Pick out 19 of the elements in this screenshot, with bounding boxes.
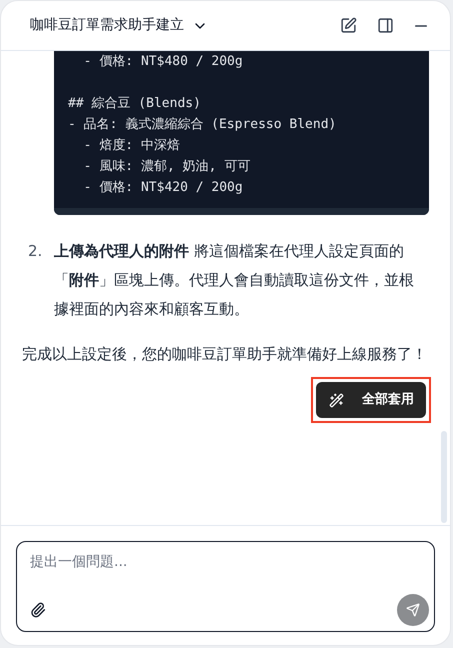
question-field[interactable]: 提出一個問題... bbox=[30, 552, 421, 573]
code-line: - 價格: NT$480 / 200g bbox=[82, 54, 243, 69]
code-line: - 價格: NT$420 / 200g bbox=[82, 180, 243, 195]
paperclip-icon[interactable] bbox=[30, 602, 46, 618]
panel-icon[interactable] bbox=[377, 17, 394, 34]
send-icon bbox=[406, 603, 420, 617]
send-button[interactable] bbox=[397, 594, 429, 626]
list-number: 2. bbox=[28, 241, 44, 262]
list-text: 上傳為代理人的附件 將這個檔案在代理人設定頁面的「附件」區塊上傳。代理人會自動讀取這份文件，並根據裡面的內容來和顧客互動。 bbox=[54, 241, 415, 320]
code-line: - 焙度: 中深焙 bbox=[82, 138, 180, 153]
magic-wand-icon bbox=[329, 392, 344, 408]
code-line: ## 綜合豆 (Blends) bbox=[68, 96, 201, 111]
code-line: - 風味: 濃郁, 奶油, 可可 bbox=[82, 159, 250, 174]
paragraph: 完成以上設定後，您的咖啡豆訂單助手就準備好上線服務了！ bbox=[21, 344, 428, 365]
apply-all-button[interactable]: 全部套用 bbox=[316, 382, 426, 418]
code-line: - 品名: 義式濃縮綜合 (Espresso Blend) bbox=[68, 117, 336, 132]
edit-icon[interactable] bbox=[340, 17, 357, 34]
message-composer[interactable]: 提出一個問題... bbox=[16, 541, 435, 632]
title-dropdown[interactable]: 咖啡豆訂單需求助手建立 bbox=[30, 15, 208, 36]
